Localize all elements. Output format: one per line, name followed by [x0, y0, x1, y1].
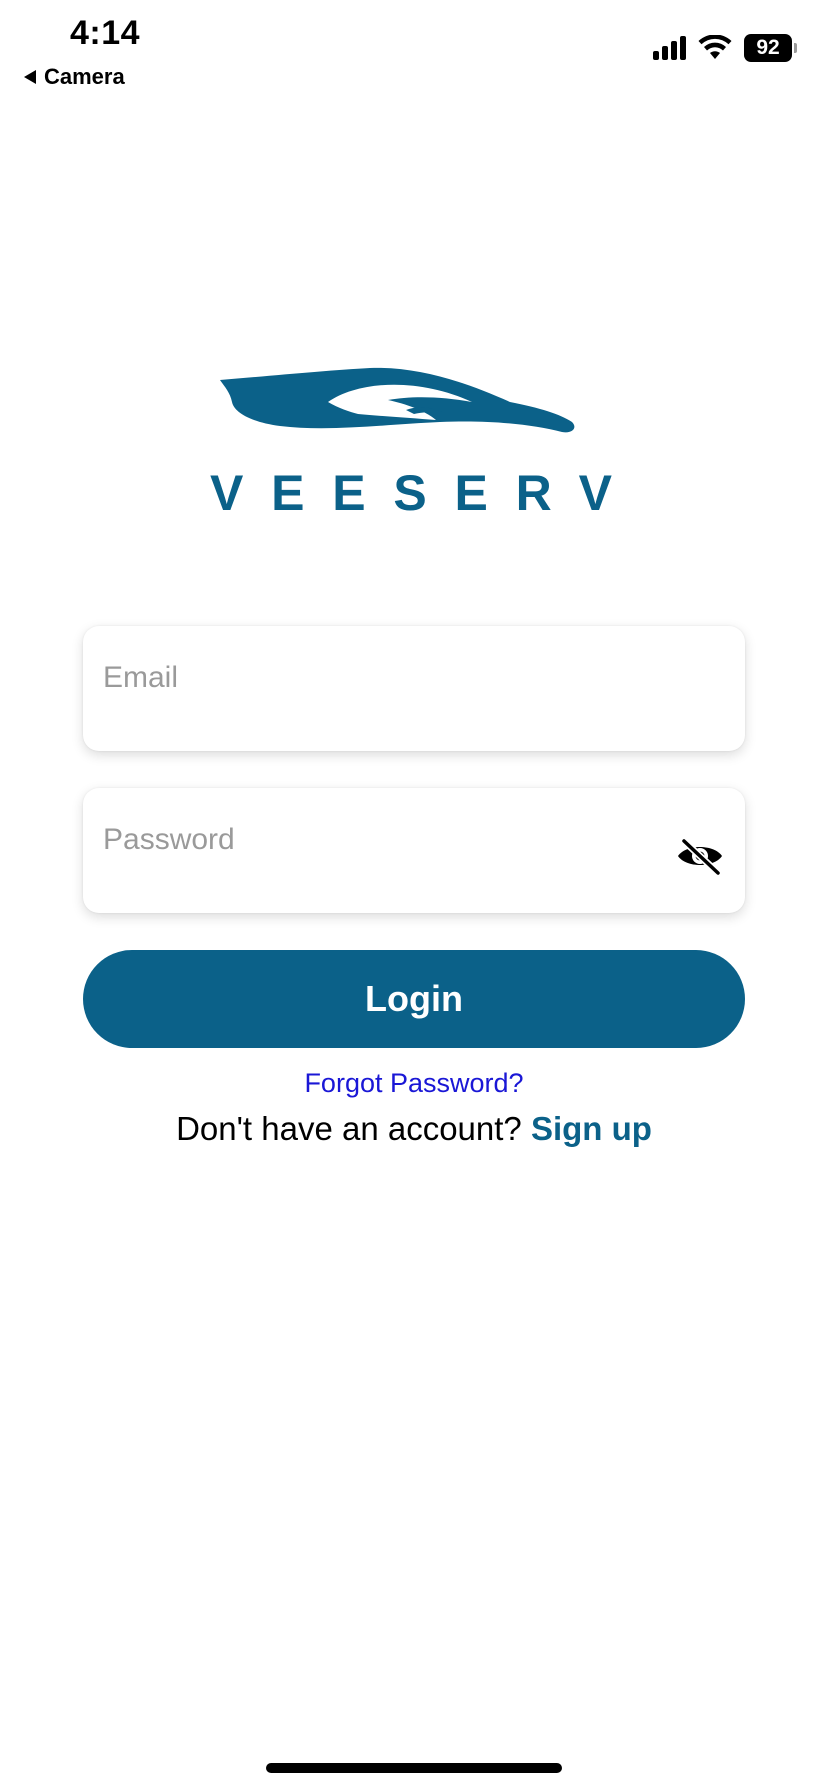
password-input[interactable]: [103, 818, 663, 862]
email-input[interactable]: [103, 656, 663, 700]
home-indicator[interactable]: [266, 1763, 562, 1773]
password-field-container[interactable]: [83, 788, 745, 913]
back-to-camera-button[interactable]: Camera: [24, 64, 125, 90]
signup-link[interactable]: Sign up: [531, 1110, 652, 1147]
battery-indicator: 92: [744, 34, 797, 62]
status-time: 4:14: [70, 14, 141, 52]
signup-prompt-line: Don't have an account? Sign up: [0, 1110, 828, 1148]
status-indicators: 92: [653, 34, 797, 62]
back-triangle-icon: [24, 70, 36, 84]
cellular-signal-icon: [653, 36, 686, 60]
logo-wordmark: VEESERV: [210, 465, 613, 521]
signup-prompt-text: Don't have an account?: [176, 1110, 531, 1147]
eye-off-icon[interactable]: [675, 836, 725, 876]
wifi-icon: [698, 35, 732, 59]
battery-level: 92: [756, 36, 780, 59]
email-field-container[interactable]: [83, 626, 745, 751]
login-button[interactable]: Login: [83, 950, 745, 1048]
veeserv-logo: VEESERV: [210, 367, 613, 521]
forgot-password-link[interactable]: Forgot Password?: [0, 1068, 828, 1099]
login-screen: 4:14 Camera 92 VEESERV Email Login Forgo…: [0, 0, 828, 1792]
back-app-label: Camera: [44, 64, 125, 89]
